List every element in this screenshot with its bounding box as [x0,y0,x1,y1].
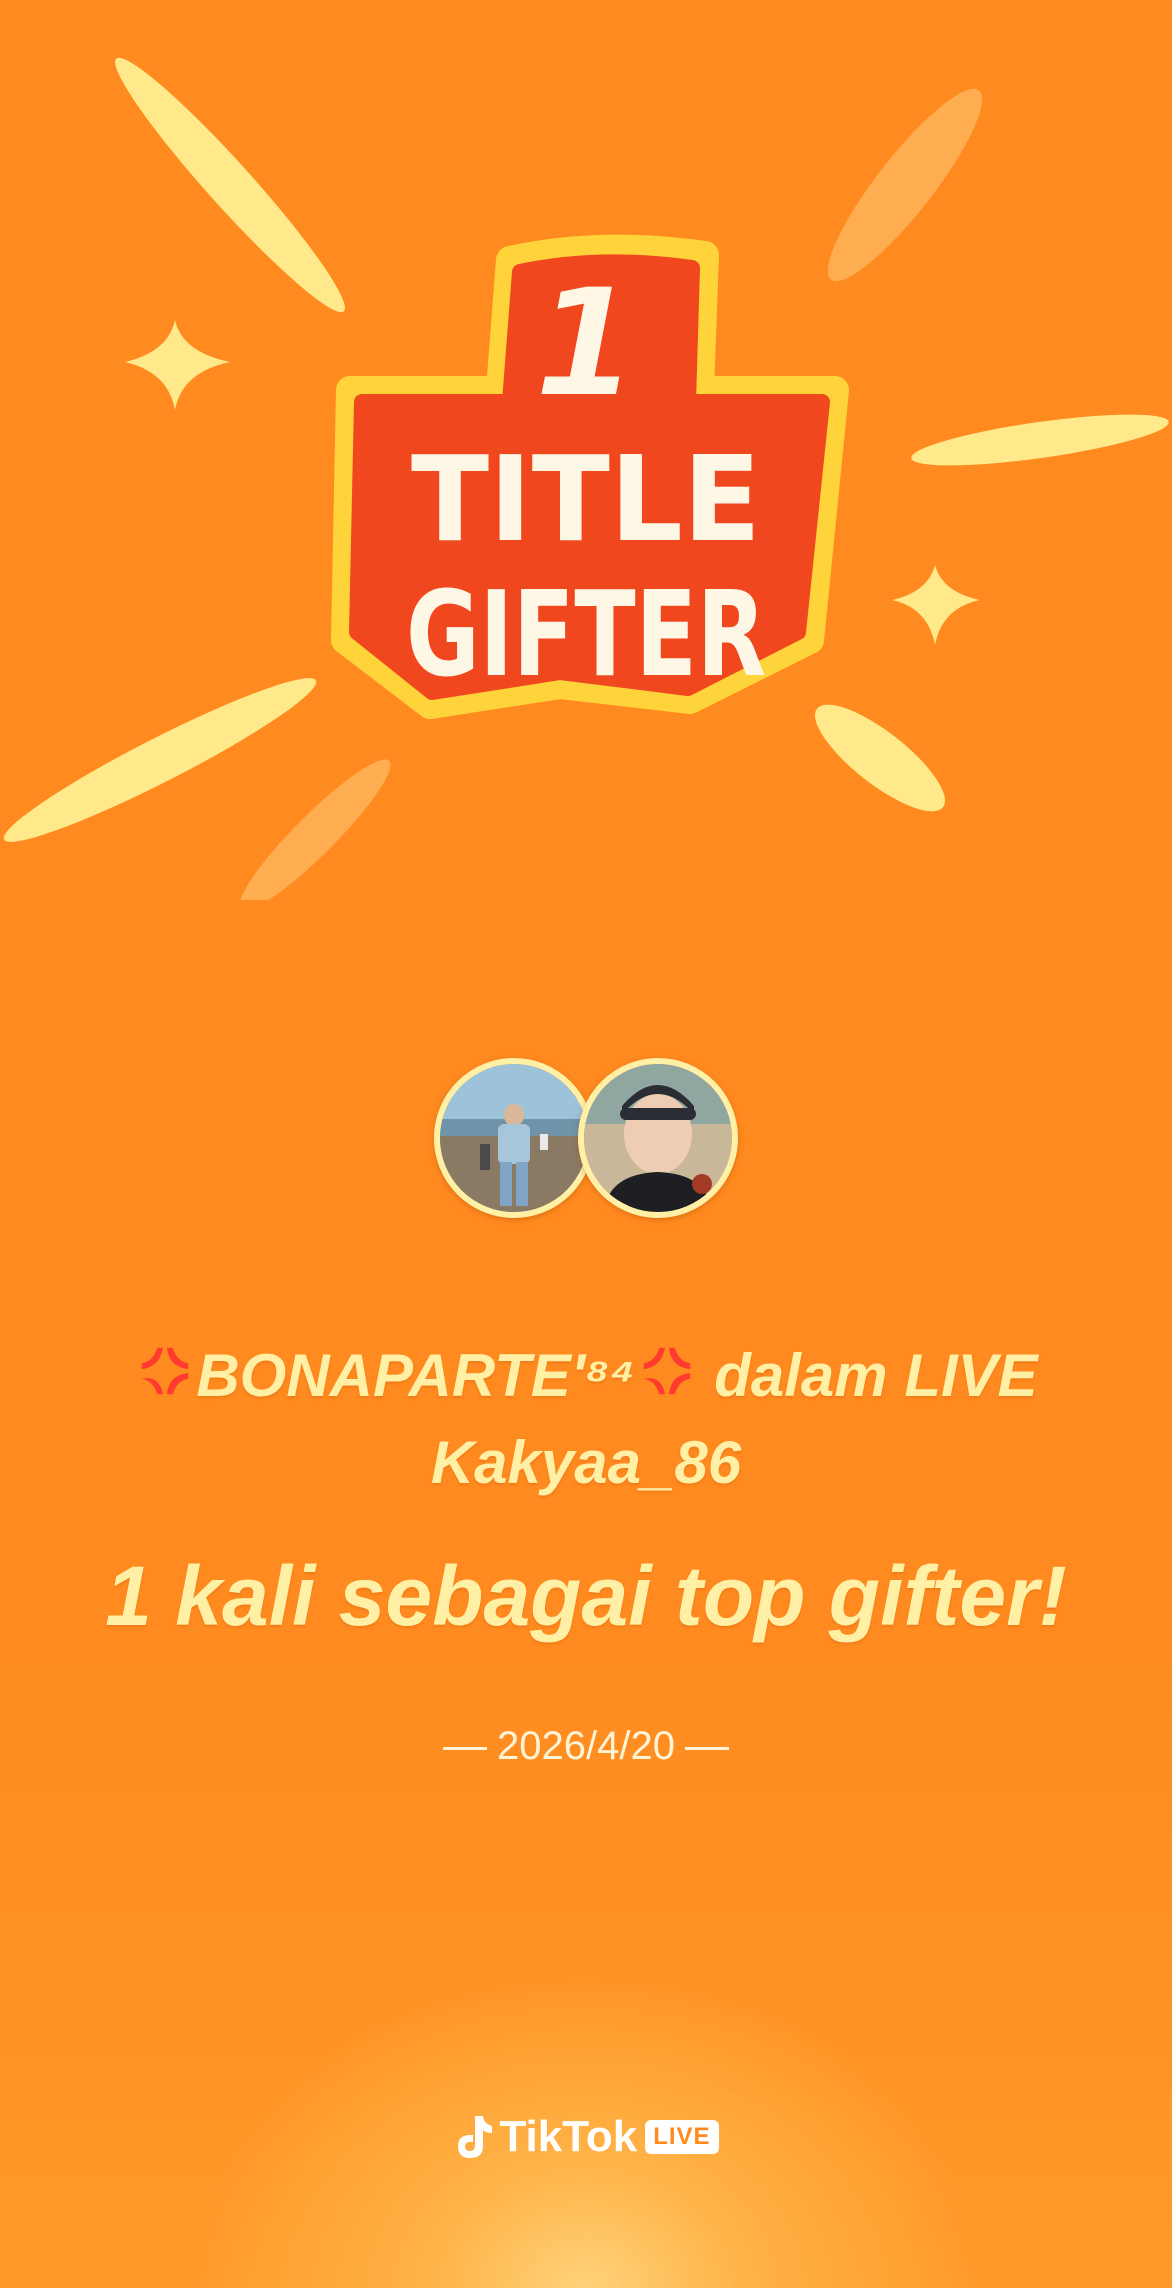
sparkle-icon [892,565,980,645]
title-gifter-card: 1 TITLE GIFTER BONAPARTE'⁸⁴ dalam LIVE K… [0,0,1172,2288]
divider [684,1746,729,1750]
sparkle-icon [125,320,230,410]
avatar [434,1058,594,1218]
live-badge: LIVE [645,2120,719,2154]
headline: 1 kali sebagai top gifter! [105,1549,1067,1643]
host-name: Kakyaa_86 [430,1429,742,1496]
gifter-line: BONAPARTE'⁸⁴ dalam LIVE [0,1340,1172,1410]
gifter-name: BONAPARTE'⁸⁴ [196,1342,636,1409]
badge-line2: GIFTER [406,565,766,703]
ray-icon [911,414,1169,466]
date-text: 2026/4/20 [497,1724,675,1768]
badge-line1: TITLE [411,430,761,568]
ray-icon [814,704,946,812]
avatar-group [430,1058,742,1228]
ray-icon [3,678,317,842]
anger-symbol-icon [142,1347,189,1395]
avatar [578,1058,738,1218]
badge-rank: 1 [534,257,638,431]
divider [443,1746,488,1750]
brand-name: TikTok [499,2112,638,2161]
ray-icon [827,88,983,282]
tiktok-live-logo: TikTok LIVE [0,2112,1172,2162]
anger-symbol-icon [643,1347,690,1395]
date-line: 2026/4/20 [0,1724,1172,1769]
ray-icon [239,759,391,900]
ray-icon [115,57,345,313]
tiktok-note-icon [458,2116,493,2158]
celebration-burst: 1 TITLE GIFTER [3,57,1169,900]
connector-text: dalam LIVE [714,1342,1038,1409]
